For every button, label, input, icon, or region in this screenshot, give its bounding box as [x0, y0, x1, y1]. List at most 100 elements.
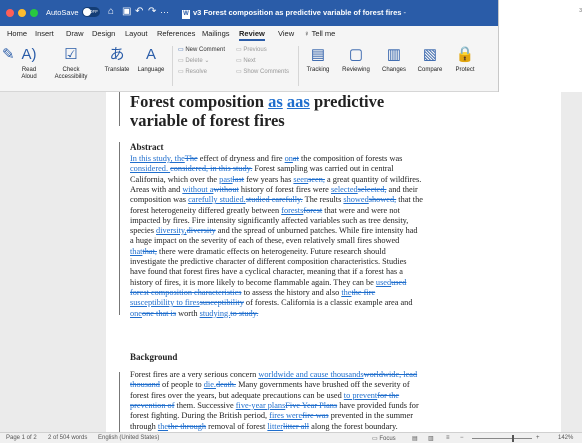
tell-me-search[interactable]: ♀ Tell me — [304, 29, 335, 38]
zoom-out-button[interactable]: − — [460, 435, 464, 441]
zoom-level[interactable]: 142% — [558, 435, 573, 441]
tell-me-label: Tell me — [311, 29, 336, 38]
paragraph-line: considered. considered, in this study. F… — [130, 164, 540, 174]
paragraph-line: impacted by fires. Fire intensity signif… — [130, 216, 540, 226]
previous-label: Previous — [243, 47, 267, 53]
translate-button[interactable]: あ Translate — [100, 45, 134, 74]
tracked-deletion: death. — [215, 380, 237, 390]
tracked-deletion: used — [391, 277, 407, 287]
tab-draw[interactable]: Draw — [66, 29, 84, 38]
language-label: Language — [137, 67, 165, 73]
text-run: them. Successive — [174, 400, 236, 410]
tracked-deletion: Five Year Plans — [285, 400, 338, 410]
compare-button[interactable]: ▧ Compare — [414, 45, 446, 74]
paragraph-line: oneone that is worth studying.to study. — [130, 309, 540, 319]
tracked-insertion: forests — [281, 205, 304, 215]
translate-icon: あ — [109, 46, 125, 63]
text-run: Forest sampling was carried out in centr… — [252, 164, 394, 174]
changes-label: Changes — [381, 67, 407, 73]
show-comments-button[interactable]: ▭ Show Comments — [236, 68, 289, 75]
paragraph-line: forest composition characteristics to as… — [130, 288, 540, 298]
tab-view[interactable]: View — [278, 29, 294, 38]
text-run: the composition of forests was — [298, 154, 403, 163]
previous-comment-button[interactable]: ▭ Previous — [236, 46, 267, 53]
text-run: have provided funds for — [337, 400, 419, 410]
minimize-window-button[interactable] — [18, 9, 26, 17]
read-aloud-icon: A) — [21, 46, 37, 63]
tab-design[interactable]: Design — [92, 29, 115, 38]
word-count[interactable]: 2 of 504 words — [48, 435, 87, 441]
reviewing-button[interactable]: ▢ Reviewing — [338, 45, 374, 74]
text-run: impacted by fires. Fire intensity signif… — [130, 215, 409, 225]
compare-label: Compare — [417, 67, 443, 73]
print-layout-view-icon[interactable]: ▤ — [412, 435, 418, 442]
tab-insert[interactable]: Insert — [35, 29, 54, 38]
next-comment-button[interactable]: ▭ Next — [236, 57, 256, 64]
new-comment-button[interactable]: ▭ New Comment — [178, 46, 225, 53]
tracked-deletion: considered, in this study. — [170, 164, 253, 174]
tracking-button[interactable]: ▤ Tracking — [302, 45, 334, 74]
web-layout-view-icon[interactable]: ▥ — [428, 435, 434, 442]
tracked-deletion: prevention of — [130, 400, 175, 410]
editor-icon: ✎ — [2, 46, 15, 63]
tracked-deletion: susceptibility — [199, 298, 244, 308]
zoom-in-button[interactable]: + — [536, 435, 540, 441]
protect-label: Protect — [455, 67, 475, 73]
tracked-deletion: to study. — [230, 308, 259, 318]
changes-button[interactable]: ▥ Changes — [378, 45, 410, 74]
text-run: species — [130, 226, 157, 236]
zoom-window-button[interactable] — [30, 9, 38, 17]
home-icon[interactable]: ⌂ — [108, 5, 114, 19]
tracked-deletion: the fire — [351, 287, 376, 297]
resolve-button[interactable]: ▭ Resolve — [178, 68, 207, 75]
tab-home[interactable]: Home — [7, 29, 27, 38]
text-run: along the forest boundary. — [309, 421, 398, 431]
tracked-deletion: litter all — [283, 421, 310, 431]
language-button[interactable]: A Language — [134, 45, 168, 74]
check-accessibility-button[interactable]: ☑ Check Accessibility — [48, 45, 94, 81]
zoom-slider[interactable] — [472, 438, 532, 439]
more-options-button[interactable]: ··· — [160, 5, 169, 19]
delete-comment-button[interactable]: ▭ Delete ⌄ — [178, 57, 209, 64]
editor-button[interactable]: ✎ — [2, 45, 15, 67]
language-status[interactable]: English (United States) — [98, 435, 159, 441]
zoom-slider-thumb[interactable] — [512, 435, 514, 442]
check-accessibility-label: Check Accessibility — [54, 67, 88, 80]
tracked-deletion: seen, — [308, 174, 325, 184]
tab-layout[interactable]: Layout — [125, 29, 148, 38]
text-run: prevented in the summer — [328, 411, 413, 421]
change-bar — [119, 92, 120, 126]
close-window-button[interactable] — [6, 9, 14, 17]
page-count[interactable]: Page 1 of 2 — [6, 435, 37, 441]
doc-icon: W — [182, 10, 190, 19]
next-label: Next — [243, 58, 256, 64]
paragraph-line: In this study, theThe effect of dryness … — [130, 154, 540, 164]
tracked-insertion: susceptibility to fires — [130, 298, 200, 308]
tracked-insertion: studying. — [199, 308, 231, 318]
paragraph-line: composition was carefully studied.studie… — [130, 195, 540, 205]
tab-references[interactable]: References — [157, 29, 195, 38]
protect-button[interactable]: 🔒 Protect — [450, 45, 480, 74]
tracked-insertion: the — [341, 287, 352, 297]
undo-icon[interactable]: ↶ — [135, 5, 143, 19]
tracked-deletion: The — [184, 154, 198, 163]
outline-view-icon[interactable]: ≡ — [446, 435, 450, 441]
compare-icon: ▧ — [422, 46, 438, 63]
paragraph-line: through thethe through removal of forest… — [130, 422, 540, 432]
read-aloud-button[interactable]: A) Read Aloud — [14, 45, 44, 81]
focus-button[interactable]: ▭ Focus — [372, 435, 396, 442]
text-run: California, which over the — [130, 174, 220, 184]
autosave-toggle[interactable]: OFF — [82, 7, 100, 17]
doc-title-text: Forest composition as predictive variabl… — [203, 8, 402, 17]
tab-mailings[interactable]: Mailings — [202, 29, 230, 38]
tracking-label: Tracking — [306, 67, 330, 73]
tracked-deletion: forest — [303, 205, 323, 215]
text-run: worth — [176, 308, 200, 318]
tab-review[interactable]: Review — [239, 29, 265, 41]
paragraph-line: forest fires over the years, but adequat… — [130, 391, 540, 401]
background-heading: Background — [130, 352, 178, 362]
redo-icon[interactable]: ↷ — [148, 5, 156, 19]
save-icon[interactable]: ▣ — [122, 5, 131, 19]
title-text: predictive — [309, 92, 385, 111]
paragraph-line: a huge impact on the severity of each of… — [130, 236, 540, 246]
